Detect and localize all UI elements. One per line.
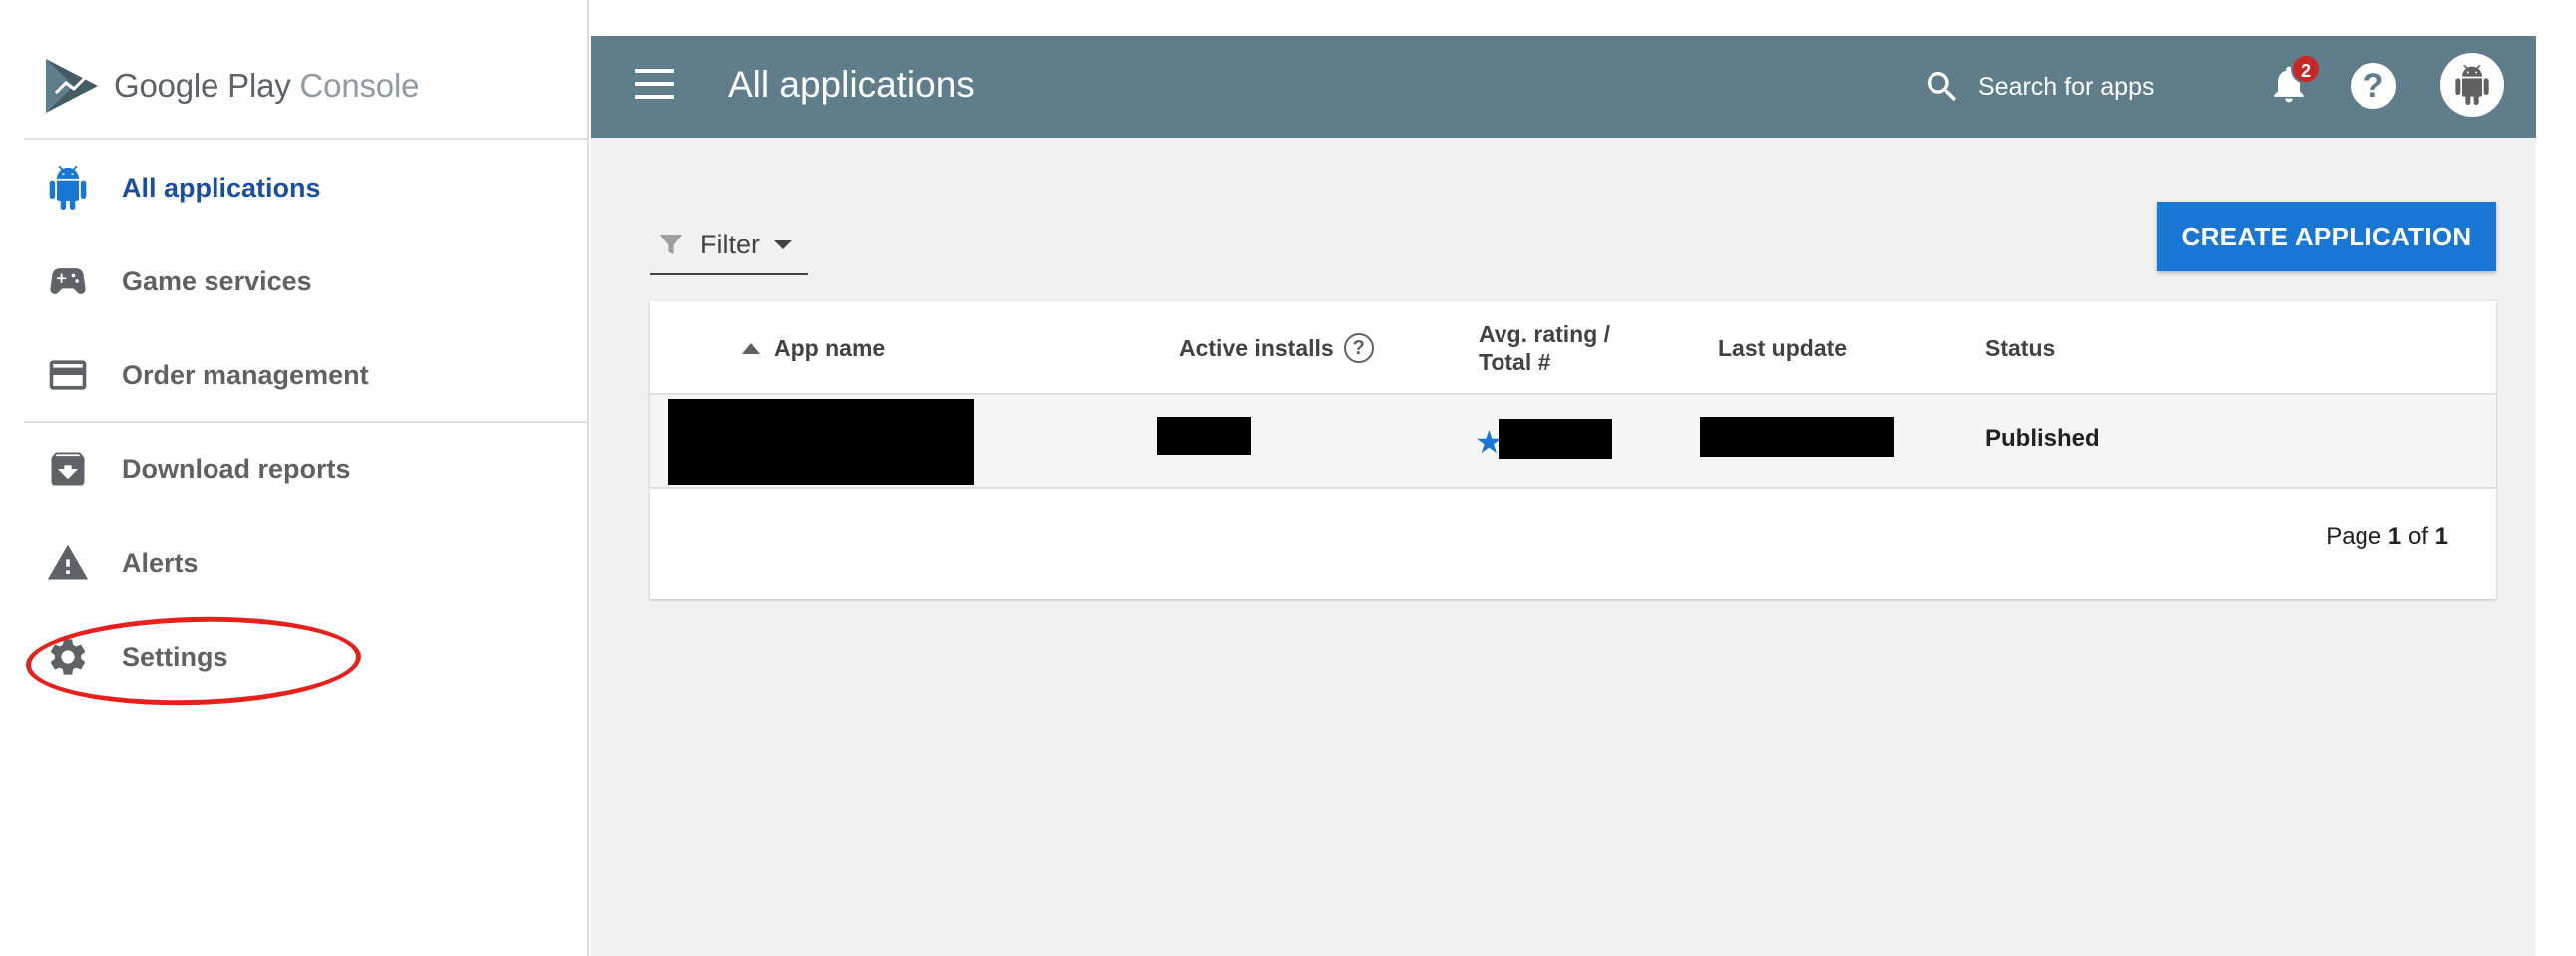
top-app-bar: All applications 2 ? [591,36,2536,138]
sidebar-item-order-management[interactable]: Order management [0,328,589,422]
column-header-active-installs[interactable]: Active installs ? [1179,301,1374,395]
gear-icon [44,633,92,681]
sidebar-item-game-services[interactable]: Game services [0,235,589,328]
main-content: All applications 2 ? Filter CREATE APPLI… [591,36,2536,956]
help-circle-icon[interactable]: ? [1343,333,1374,363]
filter-dropdown[interactable]: Filter [650,216,808,275]
column-label: Status [1985,334,2056,361]
caret-down-icon [774,239,792,249]
logo-brand: Google Play [114,67,291,104]
sidebar-item-label: Game services [122,265,312,296]
pagination-current: 1 [2387,523,2402,550]
column-header-app-name[interactable]: App name [742,301,885,395]
status-badge: Published [1985,425,2100,452]
column-header-status[interactable]: Status [1985,301,2055,395]
pagination-sep: of [2407,523,2428,550]
download-box-icon [44,445,92,493]
column-label: App name [774,334,886,361]
logo-product: Console [299,67,420,104]
sort-ascending-icon [742,342,760,354]
sidebar-item-alerts[interactable]: Alerts [0,516,589,610]
redacted-last-update [1700,417,1894,457]
applications-table: App name Active installs ? Avg. rating /… [650,301,2496,599]
search-input[interactable] [1978,72,2178,102]
help-button[interactable]: ? [2351,63,2396,109]
play-console-logo[interactable]: Google Play Console [44,55,419,117]
filter-label: Filter [700,229,760,259]
column-header-last-update[interactable]: Last update [1718,301,1847,395]
table-row[interactable]: ★ Published [650,395,2496,489]
sidebar-item-label: Order management [122,359,369,390]
sidebar-item-label: Settings [122,641,228,672]
credit-card-icon [44,351,92,399]
pagination-total: 1 [2434,523,2448,550]
search-box[interactable] [1923,62,2178,112]
warning-icon [44,539,92,587]
sidebar-item-label: Download reports [122,453,351,484]
sidebar-divider-top [24,138,589,140]
table-header: App name Active installs ? Avg. rating /… [650,301,2496,395]
avatar[interactable] [2440,53,2504,117]
sidebar-item-label: All applications [122,172,321,203]
logo-text: Google Play Console [114,67,419,105]
column-label: Active installs [1179,334,1334,361]
create-application-button[interactable]: CREATE APPLICATION [2157,202,2496,271]
filter-icon [659,235,683,254]
notification-badge: 2 [2291,54,2321,84]
column-header-avg-rating[interactable]: Avg. rating / Total # [1479,301,1610,395]
pagination: Page 1 of 1 [2326,523,2448,551]
column-label-line2: Total # [1479,349,1551,375]
sidebar-item-settings[interactable]: Settings [0,610,589,704]
gamepad-icon [44,257,92,305]
sidebar: Google Play Console All applications Gam… [0,0,589,956]
redacted-active-installs [1157,417,1251,455]
column-label-line1: Avg. rating / [1479,321,1611,347]
android-icon [44,164,92,212]
notifications-button[interactable]: 2 [2267,54,2321,112]
sidebar-item-download-reports[interactable]: Download reports [0,422,589,516]
android-avatar-icon [2455,65,2489,105]
page-title: All applications [728,64,975,105]
menu-icon[interactable] [635,69,674,105]
search-icon [1928,72,1957,102]
column-label: Last update [1718,334,1848,361]
play-console-logo-icon [46,59,98,113]
redacted-app-name [668,399,974,485]
redacted-rating [1499,419,1612,459]
sidebar-item-all-applications[interactable]: All applications [0,141,589,235]
sidebar-item-label: Alerts [122,547,199,578]
pagination-prefix: Page [2326,523,2382,550]
